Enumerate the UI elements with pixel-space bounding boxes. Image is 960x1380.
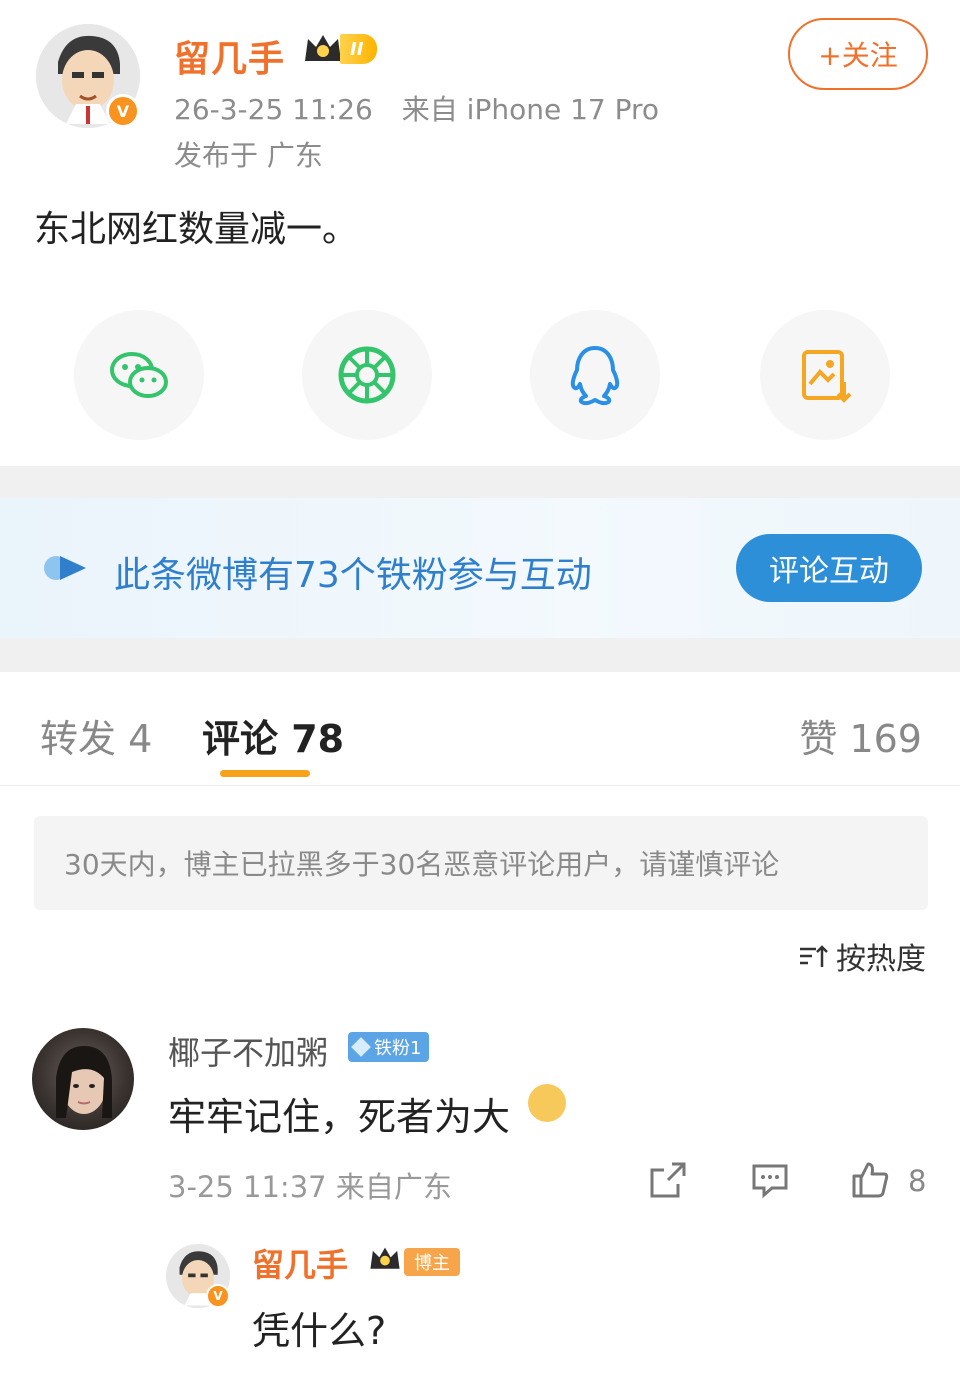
sort-label: 按热度 — [836, 942, 926, 977]
wechat-icon — [110, 352, 168, 398]
author-name[interactable]: 留几手 — [174, 30, 285, 82]
fan-level-text: 铁粉1 — [374, 1038, 422, 1059]
post-timestamp: 26-3-25 11:26 — [174, 93, 373, 126]
reply-text: 凭什么? — [252, 1309, 387, 1353]
dog-emoji-icon — [528, 1084, 566, 1122]
post-tabs: 转发 4 评论 78 赞 169 — [0, 672, 960, 786]
commenter-name[interactable]: 椰子不加粥 — [168, 1028, 328, 1074]
verified-icon: V — [206, 1284, 230, 1308]
reply-author-name[interactable]: 留几手 — [252, 1240, 348, 1286]
like-comment-icon[interactable] — [850, 1160, 890, 1200]
moments-icon — [338, 346, 396, 404]
comment-location: 来自广东 — [335, 1170, 452, 1204]
fan-level-badge: 铁粉1 — [348, 1032, 430, 1062]
post-location: 发布于 广东 — [174, 139, 323, 172]
share-moments-button[interactable] — [302, 310, 432, 440]
save-image-icon — [802, 350, 852, 403]
post-header: V 留几手 II 26-3-25 11:26 来自 iPhone 17 Pro … — [0, 0, 960, 470]
author-tag: 博主 — [404, 1248, 460, 1276]
follow-button[interactable]: +关注 — [788, 18, 928, 90]
tab-repost[interactable]: 转发 4 — [40, 708, 152, 763]
comment-meta: 3-25 11:37 来自广东 — [168, 1164, 452, 1206]
crown-icon — [305, 35, 341, 61]
diamond-icon — [351, 1037, 371, 1057]
reply-comment-icon[interactable] — [750, 1160, 790, 1200]
sort-toggle[interactable]: 按热度 — [798, 934, 926, 978]
qq-icon — [570, 346, 620, 406]
crown-icon — [370, 1247, 400, 1269]
comment-text: 牢牢记住，死者为大 — [168, 1095, 511, 1139]
share-row — [0, 310, 960, 440]
sort-icon — [800, 945, 828, 967]
commenter-photo — [56, 1046, 112, 1118]
fan-arrow-icon — [44, 556, 86, 580]
fan-banner-text: 此条微博有73个铁粉参与互动 — [114, 555, 592, 596]
vip-badge[interactable]: II — [302, 30, 378, 68]
verified-icon: V — [106, 94, 140, 128]
post-text: 东北网红数量减一。 — [34, 209, 359, 250]
share-comment-icon[interactable] — [648, 1160, 688, 1200]
active-tab-indicator — [220, 770, 310, 777]
tab-comment[interactable]: 评论 78 — [202, 708, 344, 763]
save-image-button[interactable] — [760, 310, 890, 440]
comment-interact-button[interactable]: 评论互动 — [736, 534, 922, 602]
post-source: 来自 iPhone 17 Pro — [401, 93, 660, 126]
comment-like-count: 8 — [908, 1164, 927, 1198]
share-wechat-button[interactable] — [74, 310, 204, 440]
vip-level: II — [340, 34, 378, 64]
commenter-avatar[interactable] — [32, 1028, 134, 1130]
post-meta: 26-3-25 11:26 来自 iPhone 17 Pro — [174, 88, 679, 128]
comment-notice: 30天内，博主已拉黑多于30名恶意评论用户，请谨慎评论 — [34, 816, 928, 910]
comment-timestamp: 3-25 11:37 — [168, 1170, 327, 1204]
tab-like[interactable]: 赞 169 — [799, 708, 922, 763]
share-qq-button[interactable] — [530, 310, 660, 440]
fan-interaction-banner: 此条微博有73个铁粉参与互动 评论互动 — [0, 498, 960, 638]
